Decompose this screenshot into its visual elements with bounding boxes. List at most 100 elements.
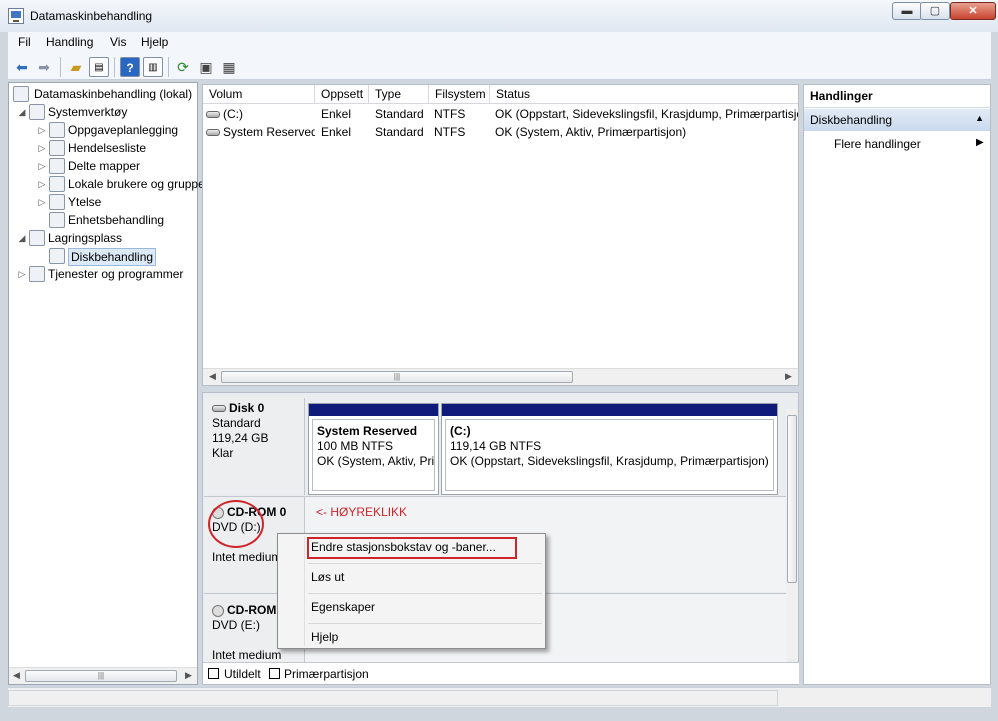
partition-name: System Reserved — [317, 424, 418, 438]
tree-expander-icon[interactable]: ▷ — [37, 121, 47, 139]
actions-section-disk-management[interactable]: Diskbehandling ▲ — [804, 109, 990, 131]
tree-root[interactable]: Datamaskinbehandling (lokal) — [9, 85, 197, 103]
actions-header: Handlinger — [804, 85, 990, 108]
menu-properties[interactable]: Egenskaper — [311, 597, 375, 617]
submenu-arrow-icon[interactable]: ▶ — [976, 137, 984, 148]
legend-primary-label: Primærpartisjon — [284, 667, 369, 681]
scroll-thumb[interactable] — [787, 415, 797, 583]
tree-item-icon — [49, 194, 65, 210]
partition-name: (C:) — [450, 424, 471, 438]
minimize-button[interactable]: ▬ — [892, 2, 922, 20]
collapse-icon[interactable]: ▲ — [975, 113, 984, 123]
tree-expander-icon[interactable]: ▷ — [37, 175, 47, 193]
tree-expander-icon[interactable]: ▷ — [37, 193, 47, 211]
disk-map-vertical-scrollbar[interactable] — [786, 409, 798, 659]
disk-state: Klar — [212, 446, 234, 460]
disk-name: Disk 0 — [229, 401, 265, 415]
tree-item[interactable]: ▷ Oppgaveplanlegging — [9, 121, 197, 139]
tree-item-label: Lokale brukere og grupper — [68, 177, 209, 191]
volume-layout: Enkel — [321, 107, 352, 121]
tree-item[interactable]: ▷ Delte mapper — [9, 157, 197, 175]
menu-help-item[interactable]: Hjelp — [311, 627, 338, 647]
forward-arrow-icon[interactable]: ➡ — [34, 57, 54, 77]
volume-list-header: Volum Oppsett Type Filsystem Status — [203, 85, 798, 104]
menu-action[interactable]: Handling — [46, 35, 93, 49]
navigation-tree: Datamaskinbehandling (lokal) ◢ Systemverk… — [8, 82, 209, 685]
menu-bar: Fil Handling Vis Hjelp — [8, 32, 991, 53]
menu-eject[interactable]: Løs ut — [311, 567, 344, 587]
right-click-annotation: <- HØYREKLIKK — [316, 505, 408, 519]
partition-status: OK (System, Aktiv, Primærpartisjon) — [317, 454, 435, 468]
tree-item[interactable]: ◢ Lagringsplass — [9, 229, 197, 247]
tree-expander-icon[interactable]: ▷ — [17, 265, 27, 283]
tree-item[interactable]: ▷ Tjenester og programmer — [9, 265, 197, 283]
tree-item-icon — [49, 158, 65, 174]
partition-c[interactable]: (C:) 119,14 GB NTFS OK (Oppstart, Sideve… — [441, 403, 778, 495]
volume-name: (C:) — [223, 107, 243, 121]
partition-system-reserved[interactable]: System Reserved 100 MB NTFS OK (System, … — [308, 403, 439, 495]
tree-expander-icon[interactable]: ◢ — [17, 103, 27, 121]
close-button[interactable]: ✕ — [950, 2, 996, 20]
tree-item[interactable]: ◢ Systemverktøy — [9, 103, 197, 121]
tree-item[interactable]: ▷ Lokale brukere og grupper — [9, 175, 209, 193]
more-actions[interactable]: Flere handlinger — [834, 137, 921, 151]
back-arrow-icon[interactable]: ⬅ — [12, 57, 32, 77]
show-hide-tree-icon[interactable]: ▤ — [89, 57, 109, 77]
tree-expander-icon[interactable]: ◢ — [17, 229, 27, 247]
tree-item-icon — [49, 212, 65, 228]
tree-item[interactable]: Enhetsbehandling — [9, 211, 197, 229]
tree-horizontal-scrollbar[interactable]: ◀ ||| ▶ — [9, 667, 197, 684]
menu-help[interactable]: Hjelp — [141, 35, 168, 49]
help-icon[interactable]: ? — [120, 57, 140, 77]
legend-unallocated-swatch — [208, 668, 219, 679]
tree-item-label: Enhetsbehandling — [68, 213, 165, 227]
console-icon[interactable]: ▥ — [143, 57, 163, 77]
tree-item[interactable]: Diskbehandling — [9, 247, 197, 266]
hard-disk-icon — [212, 405, 226, 413]
column-layout[interactable]: Oppsett — [315, 85, 369, 104]
volume-horizontal-scrollbar[interactable]: ◀ ||| ▶ — [203, 368, 798, 385]
tree-item-label: Ytelse — [68, 195, 102, 209]
folder-up-icon[interactable]: ▰ — [66, 57, 86, 77]
tree-item-label: Diskbehandling — [68, 248, 157, 266]
volume-filesystem: NTFS — [434, 107, 466, 121]
column-volume[interactable]: Volum — [203, 85, 315, 104]
volume-type: Standard — [375, 107, 424, 121]
tree-expander-icon[interactable]: ▷ — [37, 139, 47, 157]
disk-0-label[interactable]: Disk 0 Standard 119,24 GB Klar — [204, 398, 305, 495]
volume-row[interactable]: (C:) Enkel Standard NTFS OK (Oppstart, S… — [203, 105, 798, 123]
column-type[interactable]: Type — [369, 85, 429, 104]
window-title: Datamaskinbehandling — [30, 9, 153, 23]
tree-item-icon — [49, 122, 65, 138]
partition-size: 119,14 GB NTFS — [450, 439, 542, 453]
tree-item-label: Delte mapper — [68, 159, 141, 173]
export-icon[interactable]: ▦ — [219, 57, 239, 77]
volume-name: System Reserved — [223, 125, 315, 139]
menu-separator — [308, 563, 542, 564]
tree-item-icon — [49, 140, 65, 156]
volume-filesystem: NTFS — [434, 125, 466, 139]
tree-item-label: Lagringsplass — [48, 231, 123, 245]
legend-primary-swatch — [269, 668, 280, 679]
volume-list: Volum Oppsett Type Filsystem Status (C:)… — [202, 84, 799, 386]
tree-expander-icon[interactable]: ▷ — [37, 157, 47, 175]
menu-view[interactable]: Vis — [110, 35, 126, 49]
column-filesystem[interactable]: Filsystem — [429, 85, 490, 104]
volume-type: Standard — [375, 125, 424, 139]
maximize-button[interactable]: ▢ — [920, 2, 950, 20]
actions-section-label: Diskbehandling — [810, 113, 893, 127]
computer-management-icon — [8, 8, 24, 24]
tree-item-icon — [49, 248, 65, 264]
tree-item-icon — [29, 266, 45, 282]
tree-item[interactable]: ▷ Ytelse — [9, 193, 197, 211]
refresh-icon[interactable]: ⟳ — [173, 57, 193, 77]
volume-row[interactable]: System Reserved Enkel Standard NTFS OK (… — [203, 123, 798, 141]
cd-rom-icon — [212, 604, 224, 617]
menu-file[interactable]: Fil — [18, 35, 31, 49]
properties-icon[interactable]: ▣ — [196, 57, 216, 77]
tree-item-label: Oppgaveplanlegging — [68, 123, 179, 137]
tree-item[interactable]: ▷ Hendelsesliste — [9, 139, 197, 157]
tree-item-icon — [29, 104, 45, 120]
tree-item-label: Hendelsesliste — [68, 141, 147, 155]
column-status[interactable]: Status — [490, 85, 798, 104]
